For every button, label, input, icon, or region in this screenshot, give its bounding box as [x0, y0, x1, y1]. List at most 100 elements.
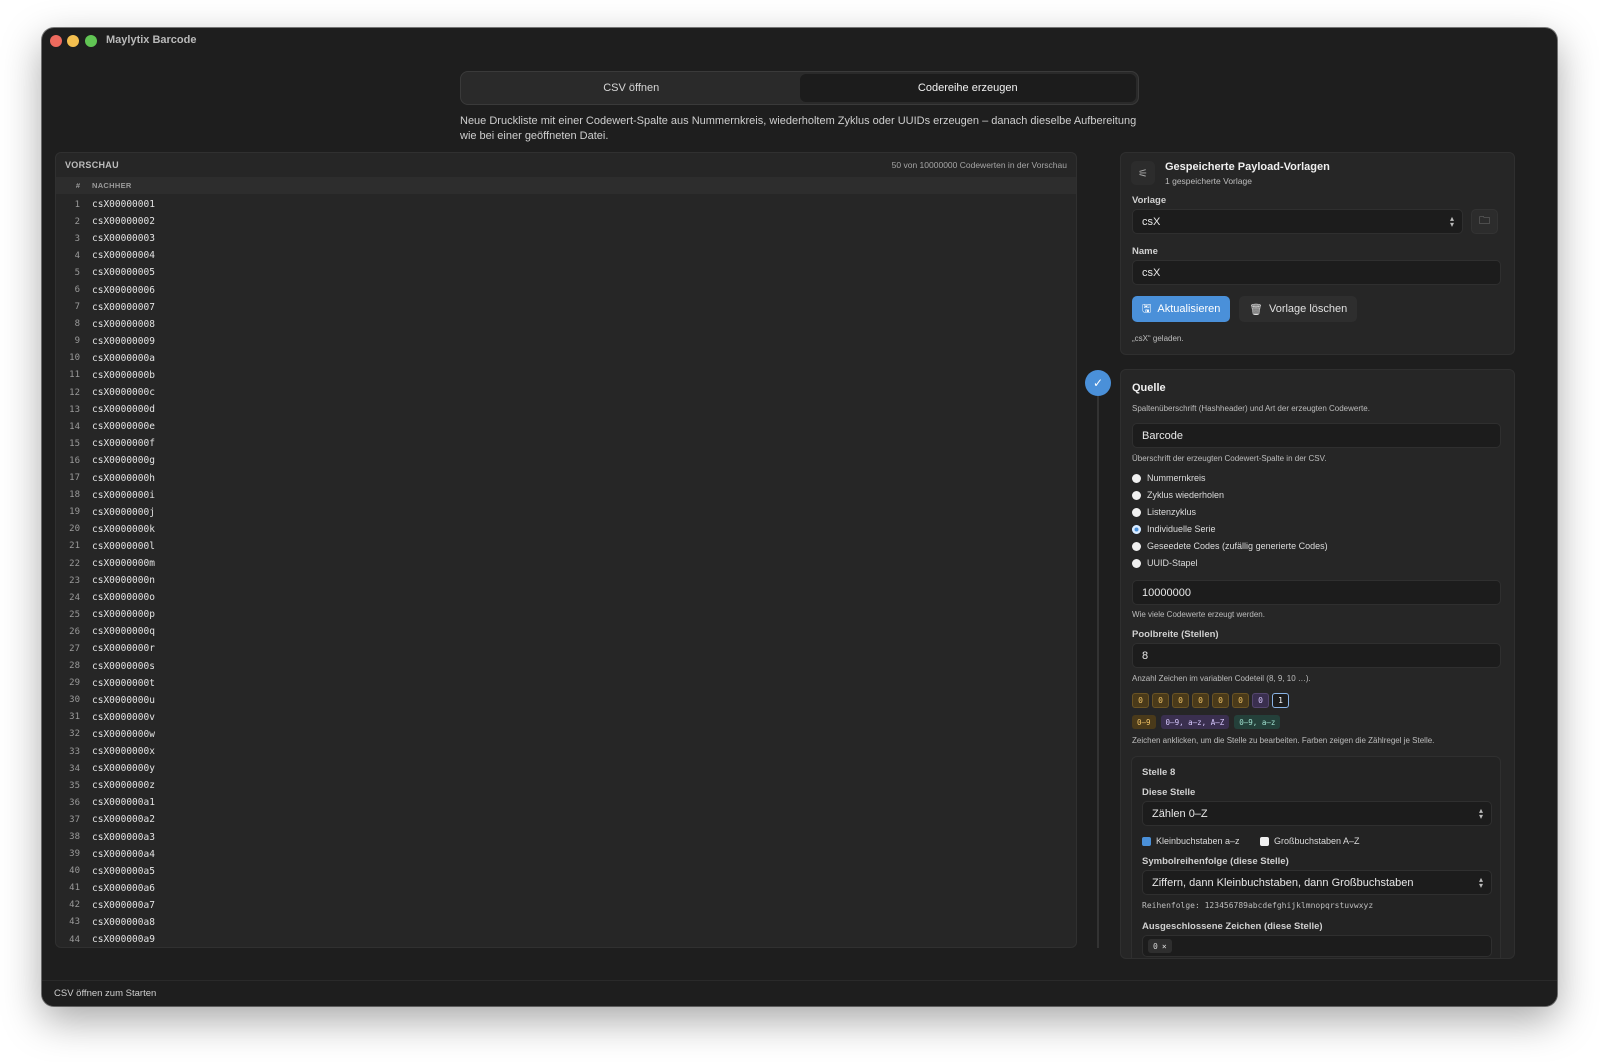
table-row[interactable]: 1 csX00000001 [56, 196, 1076, 213]
close-window-button[interactable] [50, 35, 62, 47]
table-row[interactable]: 31 csX0000000v [56, 709, 1076, 726]
position-chip[interactable]: 0 [1172, 693, 1189, 708]
position-chip[interactable]: 0 [1192, 693, 1209, 708]
this-position-select[interactable]: Zählen 0–Z ▴ ▾ [1142, 801, 1492, 826]
legend-digits: 0–9 [1132, 715, 1156, 729]
preview-rows[interactable]: 1 csX00000001 2 csX00000002 3 csX00000003 4 csX… [56, 194, 1076, 947]
update-template-button[interactable]: 🖫 Aktualisieren [1132, 296, 1231, 322]
table-row[interactable]: 23 csX0000000n [56, 572, 1076, 589]
row-number: 9 [74, 336, 80, 347]
table-row[interactable]: 21 csX0000000l [56, 538, 1076, 555]
row-value: csX0000000x [92, 746, 155, 758]
radio-individuelle-serie[interactable]: Individuelle Serie [1132, 524, 1216, 534]
zoom-window-button[interactable] [85, 35, 97, 47]
table-row[interactable]: 25 csX0000000p [56, 606, 1076, 623]
position-chip[interactable]: 0 [1132, 693, 1149, 708]
position-chip[interactable]: 0 [1152, 693, 1169, 708]
lowercase-label: Kleinbuchstaben a–z [1156, 836, 1240, 846]
table-row[interactable]: 27 csX0000000r [56, 640, 1076, 657]
template-name-input[interactable]: csX [1132, 260, 1501, 285]
table-row[interactable]: 6 csX00000006 [56, 281, 1076, 298]
excluded-label: Ausgeschlossene Zeichen (diese Stelle) [1142, 921, 1323, 932]
radio-zyklus[interactable]: Zyklus wiederholen [1132, 490, 1224, 500]
table-row[interactable]: 35 csX0000000z [56, 777, 1076, 794]
position-chip[interactable]: 0 [1212, 693, 1229, 708]
folder-icon[interactable]: 🗀 [1471, 209, 1498, 234]
table-row[interactable]: 4 csX00000004 [56, 247, 1076, 264]
table-row[interactable]: 42 csX000000a7 [56, 897, 1076, 914]
table-row[interactable]: 10 csX0000000a [56, 350, 1076, 367]
table-row[interactable]: 17 csX0000000h [56, 470, 1076, 487]
radio-dot [1132, 507, 1141, 517]
radio-nummernkreis[interactable]: Nummernkreis [1132, 473, 1206, 483]
table-row[interactable]: 18 csX0000000i [56, 487, 1076, 504]
radio-listenzyklus[interactable]: Listenzyklus [1132, 507, 1196, 517]
table-row[interactable]: 34 csX0000000y [56, 760, 1076, 777]
row-number: 13 [69, 404, 80, 415]
lowercase-checkbox[interactable]: Kleinbuchstaben a–z [1142, 836, 1240, 846]
header-input[interactable]: Barcode [1132, 423, 1501, 448]
order-select[interactable]: Ziffern, dann Kleinbuchstaben, dann Groß… [1142, 870, 1492, 895]
table-row[interactable]: 16 csX0000000g [56, 452, 1076, 469]
table-row[interactable]: 43 csX000000a8 [56, 914, 1076, 931]
remove-icon[interactable]: × [1162, 942, 1167, 951]
row-number: 17 [69, 473, 80, 484]
table-row[interactable]: 24 csX0000000o [56, 589, 1076, 606]
row-value: csX0000000u [92, 694, 155, 706]
table-row[interactable]: 30 csX0000000u [56, 692, 1076, 709]
tab-generate-series[interactable]: Codereihe erzeugen [799, 74, 1136, 102]
row-number: 34 [69, 763, 80, 774]
table-row[interactable]: 5 csX00000005 [56, 264, 1076, 281]
row-value: csX0000000i [92, 489, 155, 501]
row-value: csX000000a7 [92, 899, 155, 911]
row-number: 3 [74, 233, 80, 244]
template-select[interactable]: csX ▴ ▾ [1132, 209, 1463, 234]
table-row[interactable]: 33 csX0000000x [56, 743, 1076, 760]
table-row[interactable]: 22 csX0000000m [56, 555, 1076, 572]
minimize-window-button[interactable] [67, 35, 79, 47]
row-value: csX000000a6 [92, 882, 155, 894]
table-row[interactable]: 13 csX0000000d [56, 401, 1076, 418]
table-row[interactable]: 3 csX00000003 [56, 230, 1076, 247]
count-hint: Wie viele Codewerte erzeugt werden. [1132, 610, 1265, 619]
table-row[interactable]: 28 csX0000000s [56, 658, 1076, 675]
table-row[interactable]: 40 csX000000a5 [56, 863, 1076, 880]
table-row[interactable]: 19 csX0000000j [56, 504, 1076, 521]
table-row[interactable]: 12 csX0000000c [56, 384, 1076, 401]
row-number: 26 [69, 626, 80, 637]
row-value: csX0000000q [92, 626, 155, 638]
table-row[interactable]: 39 csX000000a4 [56, 846, 1076, 863]
delete-template-button[interactable]: 🗑 Vorlage löschen [1239, 296, 1358, 322]
position-chip[interactable]: 0 [1232, 693, 1249, 708]
radio-uuid-stapel[interactable]: UUID-Stapel [1132, 558, 1198, 568]
table-row[interactable]: 20 csX0000000k [56, 521, 1076, 538]
table-row[interactable]: 11 csX0000000b [56, 367, 1076, 384]
table-row[interactable]: 32 csX0000000w [56, 726, 1076, 743]
table-row[interactable]: 14 csX0000000e [56, 418, 1076, 435]
table-row[interactable]: 8 csX00000008 [56, 316, 1076, 333]
table-row[interactable]: 37 csX000000a2 [56, 811, 1076, 828]
table-row[interactable]: 26 csX0000000q [56, 623, 1076, 640]
table-row[interactable]: 36 csX000000a1 [56, 794, 1076, 811]
table-row[interactable]: 38 csX000000a3 [56, 828, 1076, 845]
uppercase-checkbox[interactable]: Großbuchstaben A–Z [1260, 836, 1360, 846]
table-row[interactable]: 9 csX00000009 [56, 333, 1076, 350]
table-row[interactable]: 2 csX00000002 [56, 213, 1076, 230]
table-row[interactable]: 7 csX00000007 [56, 299, 1076, 316]
table-row[interactable]: 41 csX000000a6 [56, 880, 1076, 897]
radio-label: Zyklus wiederholen [1147, 490, 1225, 500]
tab-csv-open[interactable]: CSV öffnen [463, 74, 800, 102]
table-row[interactable]: 29 csX0000000t [56, 675, 1076, 692]
radio-geseedete-codes[interactable]: Geseedete Codes (zufällig generierte Cod… [1132, 541, 1328, 551]
pool-input[interactable]: 8 [1132, 643, 1501, 668]
position-chip-selected[interactable]: 1 [1272, 693, 1289, 708]
table-row[interactable]: 15 csX0000000f [56, 435, 1076, 452]
count-input[interactable]: 10000000 [1132, 580, 1501, 605]
excluded-token[interactable]: 0 × [1148, 939, 1172, 953]
row-number: 16 [69, 455, 80, 466]
table-row[interactable]: 44 csX000000a9 [56, 931, 1076, 947]
row-number: 22 [69, 558, 80, 569]
excluded-chars-input[interactable] [1142, 935, 1492, 957]
row-number: 42 [69, 900, 80, 911]
position-chip[interactable]: 0 [1252, 693, 1269, 708]
